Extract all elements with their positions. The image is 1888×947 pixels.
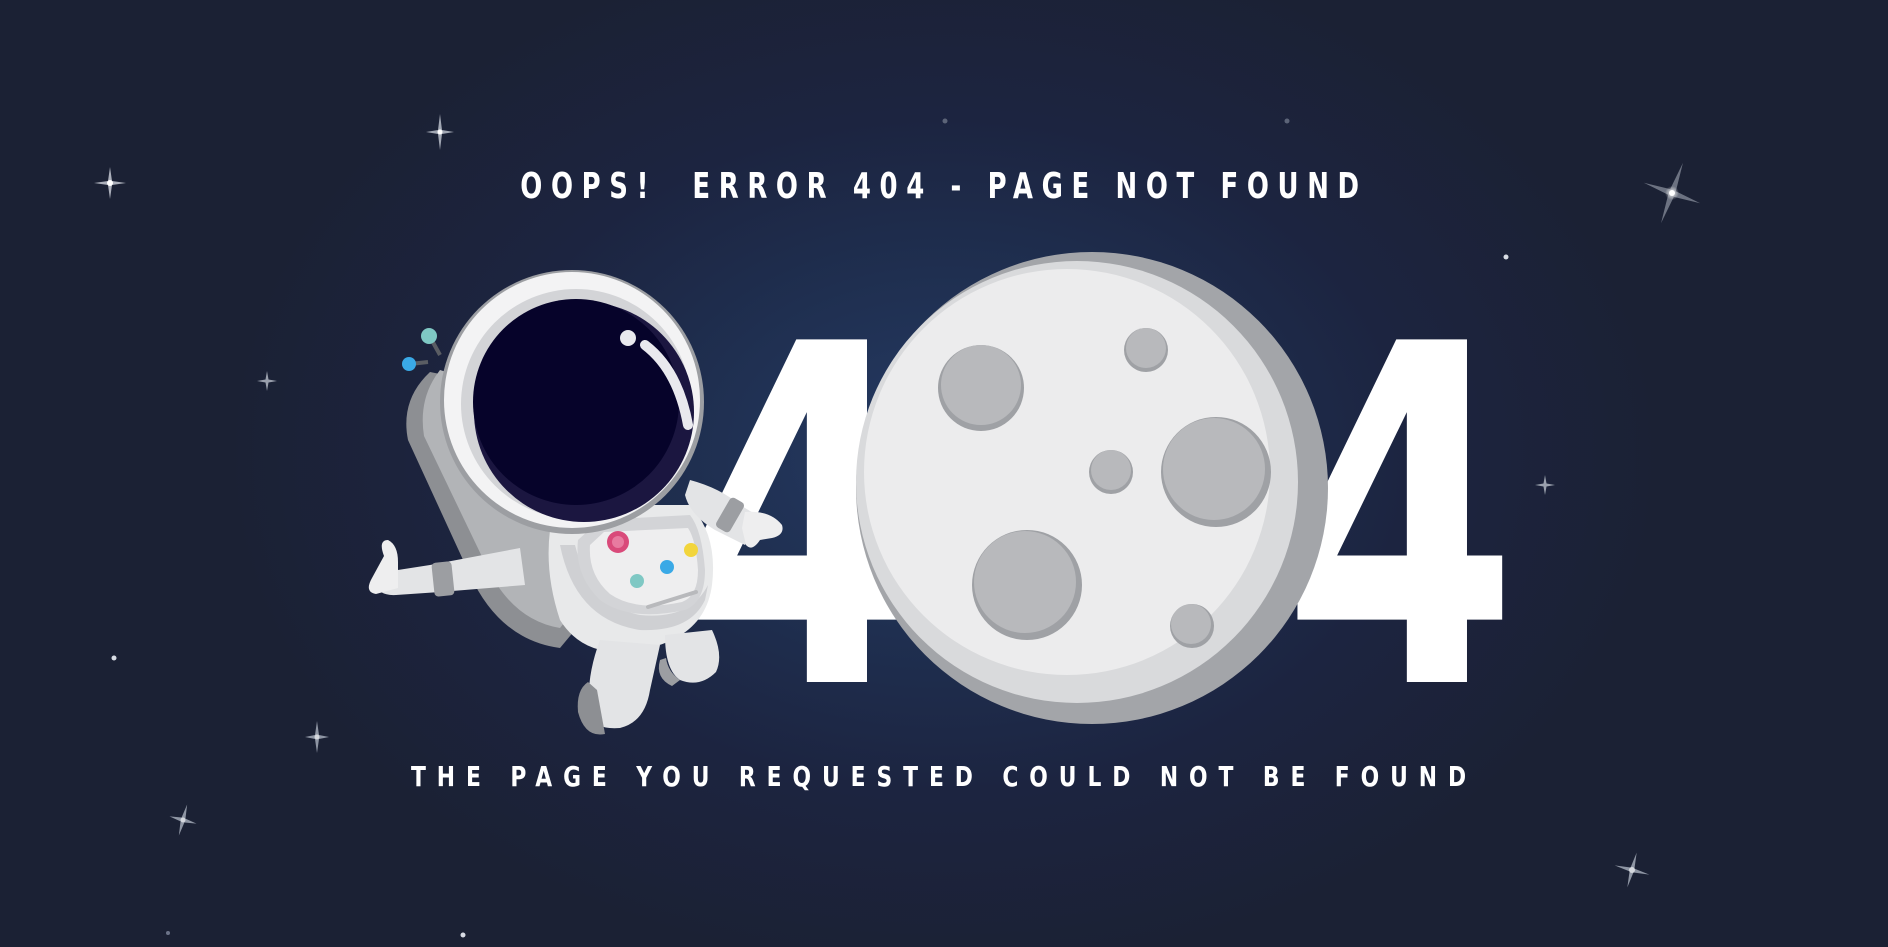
star-icon xyxy=(94,167,126,199)
star-dot xyxy=(166,931,170,935)
moon-icon xyxy=(856,252,1328,724)
star-icon xyxy=(305,721,329,753)
star-icon xyxy=(1535,475,1555,495)
error-message: THE PAGE YOU REQUESTED COULD NOT BE FOUN… xyxy=(410,760,1478,793)
star-icon xyxy=(169,804,197,836)
error-page: OOPS! ERROR 404 - PAGE NOT FOUND 4 4 THE… xyxy=(0,0,1888,947)
star-dot xyxy=(460,932,466,938)
star-icon xyxy=(257,371,277,391)
star-icon xyxy=(1614,852,1650,888)
star-dot xyxy=(111,655,117,661)
star-dot xyxy=(1284,118,1290,124)
error-illustration: 4 4 xyxy=(94,114,1701,938)
star-icon xyxy=(426,114,454,150)
star-dot xyxy=(942,118,948,124)
star-icon xyxy=(1643,162,1701,224)
